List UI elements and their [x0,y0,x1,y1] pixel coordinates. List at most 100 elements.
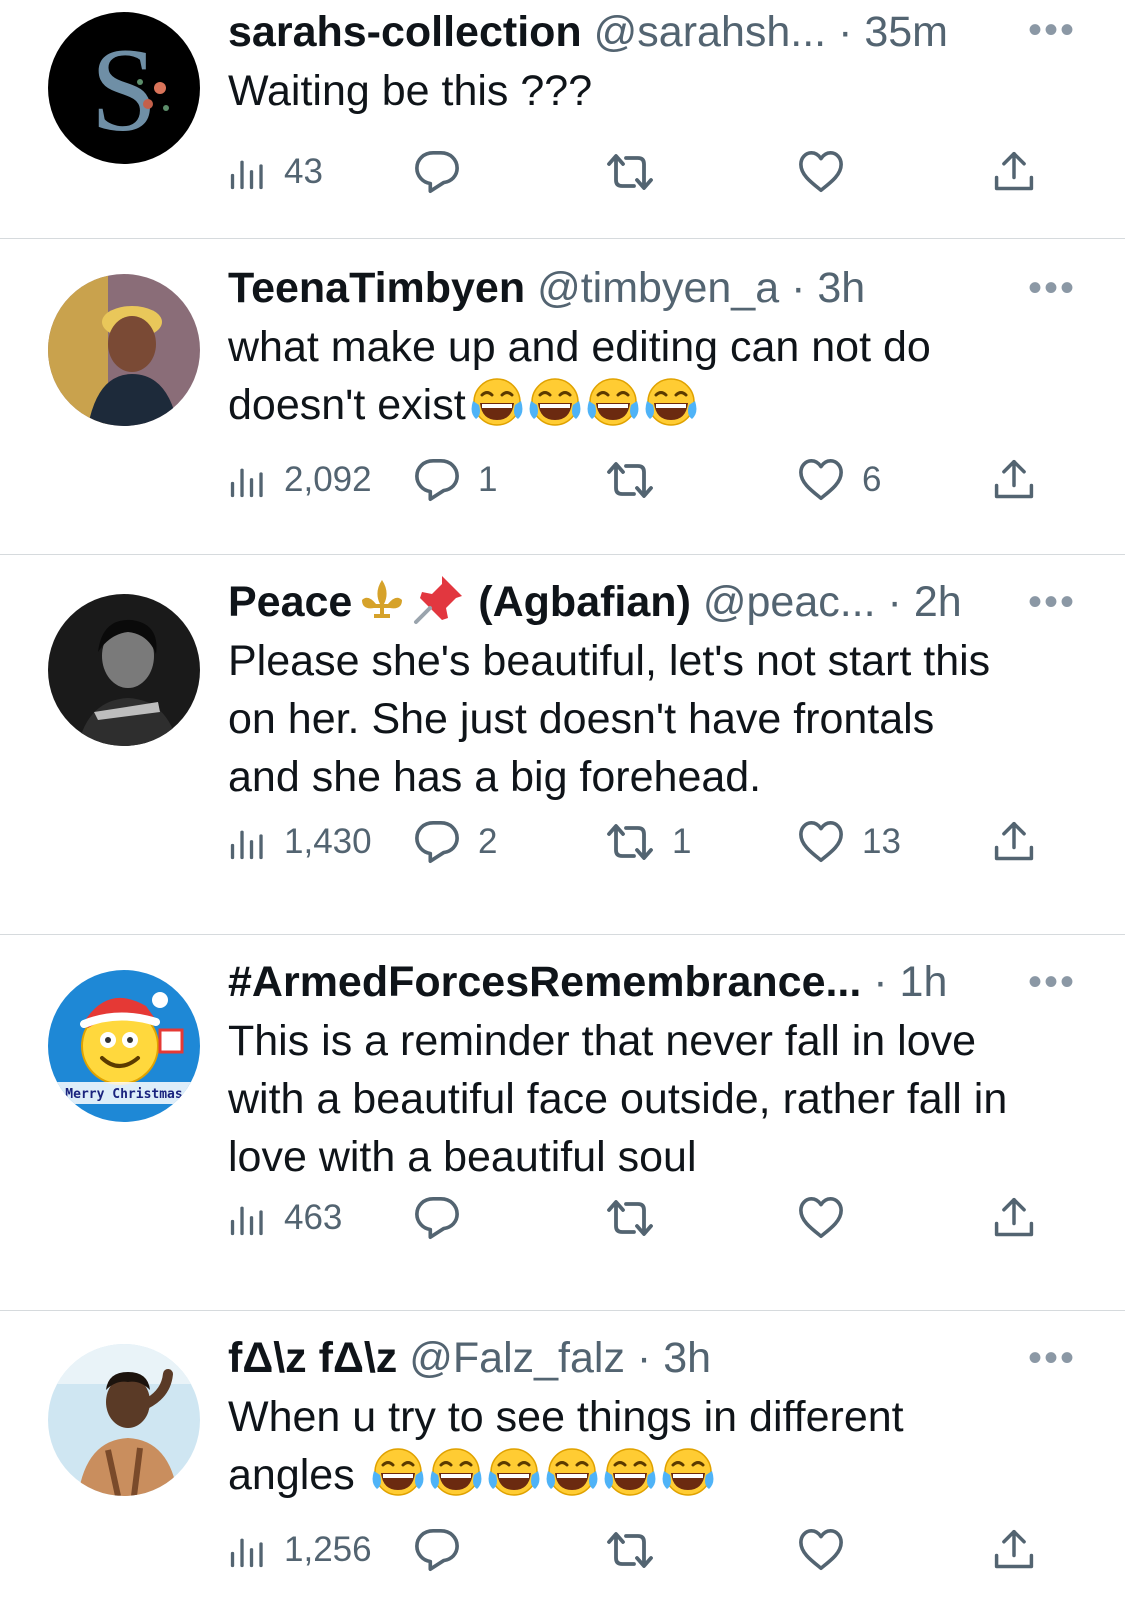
display-name[interactable]: Peace [228,578,352,626]
face-with-tears-of-joy-icon [586,377,640,431]
handle[interactable]: @sarahsh... [594,8,826,56]
woman-portrait-avatar-icon [48,274,200,426]
share-button[interactable] [992,1525,1036,1575]
retweet-icon [606,1526,654,1574]
more-options-icon[interactable]: ••• [1028,258,1076,318]
action-bar: 1,430 2 1 13 [228,817,1088,867]
avatar[interactable] [48,274,200,426]
timestamp[interactable]: · 3h [791,264,865,312]
timestamp[interactable]: · 35m [838,8,948,56]
heart-icon [798,457,844,503]
tweet-text: This is a reminder that never fall in lo… [228,1017,1008,1181]
display-name[interactable]: fΔ\z fΔ\z [228,1334,397,1382]
more-options-icon[interactable]: ••• [1028,572,1076,632]
views-button[interactable]: 43 [228,147,323,197]
tweet-text: what make up and editing can not do does… [228,323,931,431]
tweet[interactable]: Peace (Agbafian) @peac... · 2h ••• Pleas… [0,576,1125,928]
like-button[interactable] [798,1525,862,1575]
tweet[interactable]: TeenaTimbyen @timbyen_a · 3h ••• what ma… [0,264,1125,554]
display-name[interactable]: #ArmedForcesRemembrance... [228,958,861,1006]
more-options-icon[interactable]: ••• [1028,1328,1076,1388]
avatar[interactable] [48,594,200,746]
face-with-tears-of-joy-icon [470,377,524,431]
share-icon [992,457,1036,503]
face-with-tears-of-joy-icon [528,377,582,431]
views-icon [228,1198,266,1238]
share-icon [992,1527,1036,1573]
retweet-button[interactable] [606,1525,672,1575]
retweet-icon [606,148,654,196]
face-with-tears-of-joy-icon [603,1447,657,1501]
reply-button[interactable] [414,1525,478,1575]
like-button[interactable] [798,1193,862,1243]
timestamp[interactable]: · 3h [637,1334,711,1382]
tweet-header: Peace (Agbafian) @peac... · 2h [228,572,962,632]
views-count: 43 [284,152,323,191]
face-with-tears-of-joy-icon [545,1447,599,1501]
svg-text:S: S [91,23,158,156]
tweet-text: Waiting be this ??? [228,67,593,115]
like-button[interactable]: 6 [798,455,881,505]
handle[interactable]: @peac... [703,578,876,626]
like-count: 13 [862,822,901,861]
views-button[interactable]: 463 [228,1193,342,1243]
retweet-icon [606,456,654,504]
display-name[interactable]: TeenaTimbyen [228,264,525,312]
retweet-count: 1 [672,822,692,861]
divider [0,934,1125,935]
reply-button[interactable] [414,1193,478,1243]
views-button[interactable]: 2,092 [228,455,372,505]
handle[interactable]: @Falz_falz [409,1334,625,1382]
face-with-tears-of-joy-icon [429,1447,483,1501]
timestamp[interactable]: · 2h [888,578,962,626]
reply-button[interactable] [414,147,478,197]
divider [0,554,1125,555]
retweet-button[interactable]: 1 [606,817,691,867]
reply-icon [414,1527,460,1573]
more-options-icon[interactable]: ••• [1028,952,1076,1012]
views-count: 1,256 [284,1530,372,1569]
like-button[interactable]: 13 [798,817,901,867]
tweet[interactable]: S sarahs-collection @sarahsh... · 35m ••… [0,0,1125,238]
retweet-button[interactable] [606,1193,672,1243]
views-icon [228,460,266,500]
heart-icon [798,1527,844,1573]
retweet-icon [606,1194,654,1242]
views-button[interactable]: 1,430 [228,817,372,867]
avatar-caption: Merry Christmas [65,1087,182,1102]
avatar[interactable] [48,1344,200,1496]
tweet[interactable]: fΔ\z fΔ\z @Falz_falz · 3h ••• When u try… [0,1334,1125,1617]
reply-count: 2 [478,822,498,861]
action-bar: 43 [228,147,1088,197]
action-bar: 2,092 1 6 [228,455,1088,505]
display-name-suffix[interactable]: (Agbafian) [478,578,691,626]
face-with-tears-of-joy-icon [644,377,698,431]
views-button[interactable]: 1,256 [228,1525,372,1575]
avatar[interactable]: S [48,12,200,164]
share-button[interactable] [992,1193,1036,1243]
share-icon [992,1195,1036,1241]
share-icon [992,819,1036,865]
views-count: 2,092 [284,460,372,499]
like-button[interactable] [798,147,862,197]
reply-button[interactable]: 2 [414,817,497,867]
share-button[interactable] [992,147,1036,197]
share-button[interactable] [992,817,1036,867]
avatar[interactable]: Merry Christmas [48,970,200,1122]
tweet[interactable]: Merry Christmas #ArmedForcesRemembrance.… [0,958,1125,1308]
handle[interactable]: @timbyen_a [537,264,779,312]
retweet-button[interactable] [606,147,672,197]
tweet-header: TeenaTimbyen @timbyen_a · 3h [228,258,865,318]
reply-button[interactable]: 1 [414,455,497,505]
share-icon [992,149,1036,195]
timestamp[interactable]: · 1h [873,958,947,1006]
more-options-icon[interactable]: ••• [1028,0,1076,60]
man-portrait-avatar-icon [48,1344,200,1496]
retweet-button[interactable] [606,455,672,505]
fleur-de-lis-icon [362,580,403,618]
display-name[interactable]: sarahs-collection [228,8,582,56]
tweet-text: When u try to see things in different an… [228,1393,904,1501]
christmas-emoji-avatar-icon: Merry Christmas [48,970,200,1122]
face-with-tears-of-joy-icon [661,1447,715,1501]
share-button[interactable] [992,455,1036,505]
